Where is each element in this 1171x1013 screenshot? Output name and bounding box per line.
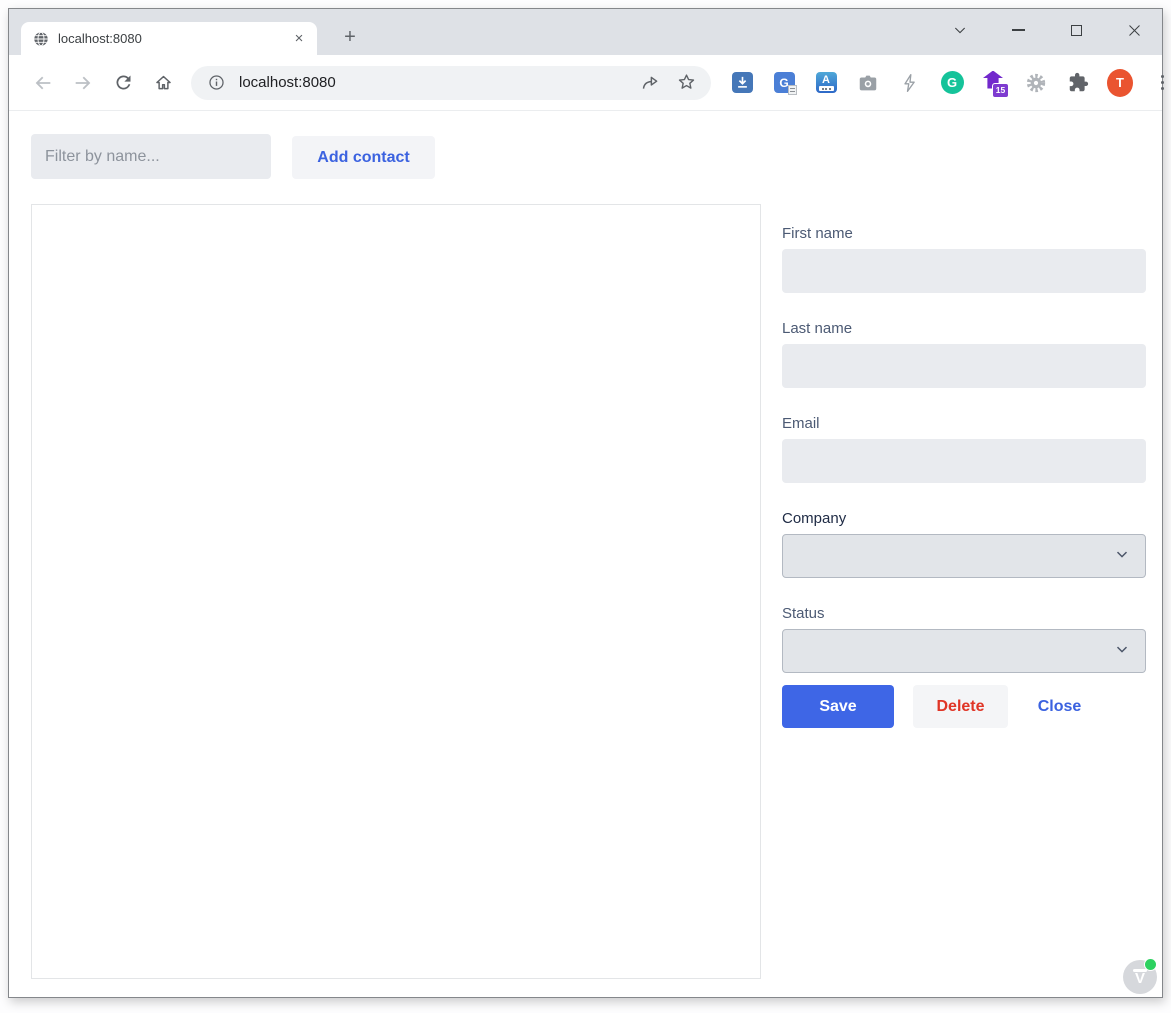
form-buttons: Save Delete Close [782, 685, 1146, 728]
contact-form: First name Last name Email Company Statu… [782, 225, 1146, 728]
grammarly-extension-icon[interactable]: G [939, 70, 965, 96]
dev-server-status-dot [1144, 958, 1157, 971]
browser-window: localhost:8080 × + [8, 8, 1163, 998]
save-button[interactable]: Save [782, 685, 894, 728]
last-name-label: Last name [782, 320, 1146, 337]
reload-icon[interactable] [109, 69, 137, 97]
email-label: Email [782, 415, 1146, 432]
minimize-button[interactable] [1006, 18, 1030, 42]
maximize-button[interactable] [1064, 18, 1088, 42]
tab-close-icon[interactable]: × [289, 29, 309, 49]
extensions-puzzle-icon[interactable] [1065, 70, 1091, 96]
translate-extension-icon[interactable]: G [771, 70, 797, 96]
share-icon[interactable] [637, 70, 663, 96]
tab-strip: localhost:8080 × + [9, 9, 1162, 55]
home-icon[interactable] [149, 69, 177, 97]
back-icon[interactable] [29, 69, 57, 97]
globe-favicon-icon [33, 31, 49, 47]
bookmark-star-icon[interactable] [673, 70, 699, 96]
chevron-down-icon [1113, 545, 1131, 568]
url-text: localhost:8080 [239, 74, 637, 91]
vaadin-logo-icon [1133, 969, 1147, 972]
delete-button[interactable]: Delete [913, 685, 1008, 728]
page-content: Add contact First name Last name Email C… [9, 111, 1162, 997]
extensions-row: G A G 15 [729, 70, 1171, 96]
email-field[interactable] [782, 439, 1146, 483]
camera-extension-icon[interactable] [855, 70, 881, 96]
gear-extension-icon[interactable] [1023, 70, 1049, 96]
address-bar[interactable]: localhost:8080 [191, 66, 711, 100]
window-controls [948, 17, 1146, 43]
profile-avatar[interactable]: T [1107, 70, 1133, 96]
last-name-field[interactable] [782, 344, 1146, 388]
site-info-icon[interactable] [203, 70, 229, 96]
tab-search-chevron-icon[interactable] [948, 18, 972, 42]
company-label: Company [782, 510, 1146, 527]
purple-badge-extension-icon[interactable]: 15 [981, 70, 1007, 96]
company-select[interactable] [782, 534, 1146, 578]
browser-tab[interactable]: localhost:8080 × [21, 22, 317, 55]
status-label: Status [782, 605, 1146, 622]
first-name-label: First name [782, 225, 1146, 242]
extension-badge-count: 15 [992, 83, 1009, 98]
close-button[interactable]: Close [1027, 685, 1092, 728]
window-close-button[interactable] [1122, 18, 1146, 42]
add-contact-button[interactable]: Add contact [292, 136, 435, 179]
browser-toolbar: localhost:8080 G A [9, 55, 1162, 111]
download-extension-icon[interactable] [729, 70, 755, 96]
screenshot-extension-icon[interactable]: A [813, 70, 839, 96]
status-select[interactable] [782, 629, 1146, 673]
forward-icon[interactable] [69, 69, 97, 97]
browser-menu-kebab-icon[interactable] [1149, 70, 1171, 96]
filter-by-name-input[interactable] [31, 134, 271, 179]
tab-title: localhost:8080 [58, 31, 289, 46]
chevron-down-icon [1113, 640, 1131, 663]
contacts-grid[interactable] [31, 204, 761, 979]
first-name-field[interactable] [782, 249, 1146, 293]
lightning-extension-icon[interactable] [897, 70, 923, 96]
new-tab-button[interactable]: + [336, 23, 364, 51]
vaadin-dev-tools-button[interactable]: V [1123, 960, 1157, 994]
